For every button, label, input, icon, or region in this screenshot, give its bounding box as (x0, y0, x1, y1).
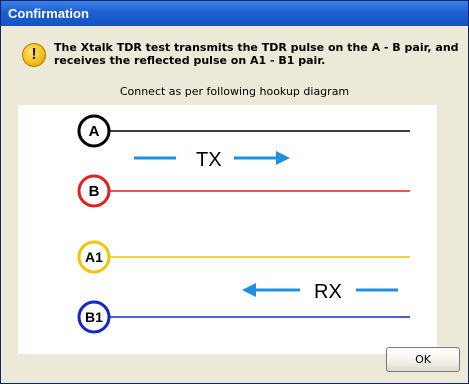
terminal-b1-label: B1 (85, 309, 103, 325)
instruction-text: Connect as per following hookup diagram (119, 85, 350, 98)
warning-icon: ! (22, 43, 46, 67)
tx-arrowhead-icon (276, 151, 290, 165)
hookup-diagram: A B A1 B1 TX RX (18, 105, 437, 354)
terminal-a-label: A (89, 123, 100, 140)
dialog-content: ! The Xtalk TDR test transmits the TDR p… (4, 26, 465, 380)
message-text: The Xtalk TDR test transmits the TDR pul… (54, 41, 459, 67)
dialog-title: Confirmation (8, 6, 89, 21)
hookup-diagram-svg: A B A1 B1 TX RX (77, 114, 410, 334)
confirmation-dialog: Confirmation ! The Xtalk TDR test transm… (0, 0, 469, 384)
rx-arrowhead-icon (242, 283, 256, 297)
ok-button[interactable]: OK (386, 347, 460, 372)
terminal-a1-label: A1 (85, 249, 103, 265)
rx-label: RX (314, 281, 342, 303)
message-line-1: The Xtalk TDR test transmits the TDR pul… (54, 41, 459, 54)
tx-label: TX (196, 149, 222, 171)
message-line-2: receives the reflected pulse on A1 - B1 … (54, 54, 326, 67)
title-bar[interactable]: Confirmation (1, 1, 468, 26)
terminal-b-label: B (89, 183, 100, 200)
